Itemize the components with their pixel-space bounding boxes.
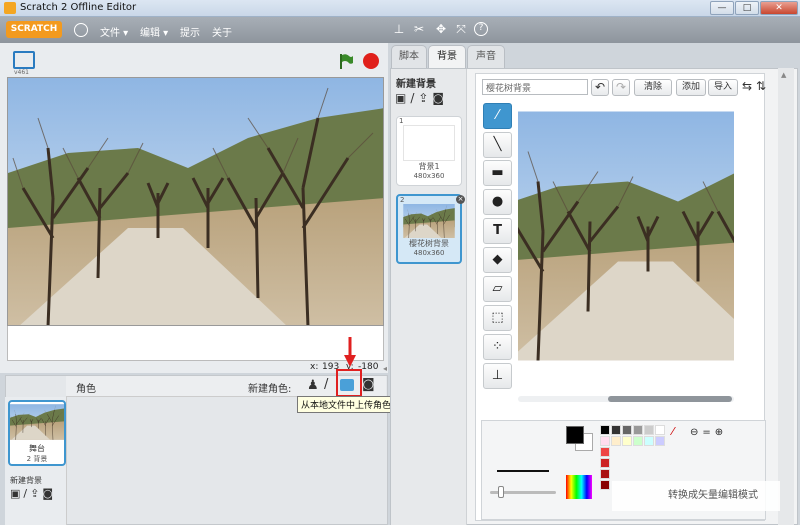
camera-sprite-icon[interactable]: ◙: [362, 377, 375, 392]
new-sprite-label: 新建角色:: [248, 384, 292, 395]
app-icon: [4, 2, 16, 14]
backdrop-size: 480x360: [413, 172, 445, 180]
stage-backdrop-tools[interactable]: ▣/⇪◙: [10, 487, 56, 500]
backdrop-item-selected[interactable]: 2 樱花树背景 480x360: [396, 194, 462, 264]
backdrop-size: 480x360: [413, 249, 445, 257]
primary-color-swatch[interactable]: [566, 426, 584, 444]
backdrop-index: 1: [399, 117, 404, 125]
flip-vertical-icon[interactable]: ⇅: [756, 79, 766, 93]
add-button[interactable]: 添加: [676, 79, 706, 96]
backdrop-name: 樱花树背景: [409, 239, 449, 248]
close-button[interactable]: ✕: [760, 1, 798, 15]
scroll-thumb[interactable]: [608, 396, 732, 402]
tab-sounds[interactable]: 声音: [467, 45, 505, 69]
text-tool-icon[interactable]: T: [483, 218, 512, 244]
coord-x-label: x:: [310, 362, 319, 372]
backdrop-thumb-image: [403, 204, 455, 238]
ellipse-tool-icon[interactable]: ●: [483, 189, 512, 215]
backdrop-name: 背景1: [418, 162, 440, 171]
zoom-controls[interactable]: ⊖=⊕: [690, 427, 762, 441]
scroll-up-icon[interactable]: ▲: [781, 71, 786, 79]
color-picker-spectrum[interactable]: [566, 475, 592, 499]
stage-backdrop-count: 2 背景: [26, 455, 48, 463]
menu-edit[interactable]: 编辑 ▾: [140, 24, 168, 39]
shrink-icon[interactable]: ⤧: [454, 22, 468, 36]
flip-horizontal-icon[interactable]: ⇆: [742, 79, 752, 93]
canvas-backdrop-image: [518, 111, 734, 361]
backdrop-index: 2: [400, 196, 405, 204]
language-globe-icon[interactable]: [74, 23, 88, 37]
redo-icon[interactable]: ↷: [612, 79, 630, 96]
version-label: v461: [14, 69, 30, 76]
backdrop-thumb-blank: [403, 125, 455, 161]
paint-canvas[interactable]: [518, 111, 734, 361]
horizontal-scrollbar[interactable]: [518, 396, 734, 402]
new-backdrop-tools[interactable]: ▣/⇪◙: [395, 91, 448, 105]
stage-backdrop-image: [8, 78, 384, 326]
stage-canvas[interactable]: [7, 77, 384, 326]
duplicate-stamp-icon[interactable]: ⊥: [392, 22, 406, 36]
brush-size-preview: [497, 470, 549, 472]
menu-bar: SCRATCH 文件 ▾ 编辑 ▾ 提示 关于 ⊥ ✂ ✥ ⤧ ?: [0, 17, 800, 43]
stage-lower-area: [7, 326, 384, 361]
highlight-box: [336, 369, 362, 397]
stamp-tool-icon[interactable]: ⊥: [483, 363, 512, 389]
fill-tool-icon[interactable]: ◆: [483, 247, 512, 273]
choose-sprite-library-icon[interactable]: ♟: [307, 378, 319, 393]
transparent-swatch-icon[interactable]: ⁄: [672, 425, 674, 438]
tab-scripts[interactable]: 脚本: [391, 45, 427, 69]
sprites-label: 角色: [76, 384, 96, 395]
paint-sprite-icon[interactable]: /: [324, 377, 328, 392]
stage-thumbnail[interactable]: 舞台 2 背景: [8, 400, 66, 466]
backdrop-item[interactable]: 1 背景1 480x360: [396, 116, 462, 186]
eraser-tool-icon[interactable]: ▱: [483, 276, 512, 302]
window-title: Scratch 2 Offline Editor: [20, 2, 137, 13]
stop-icon[interactable]: [363, 53, 379, 69]
red-arrow-icon: [344, 337, 356, 367]
stage-thumb-image: [10, 404, 64, 440]
brush-tool-icon[interactable]: ⁄: [483, 103, 512, 129]
menu-tips[interactable]: 提示: [180, 24, 200, 39]
line-tool-icon[interactable]: ╲: [483, 132, 512, 158]
help-icon[interactable]: ?: [474, 22, 488, 36]
undo-icon[interactable]: ↶: [591, 79, 609, 96]
new-backdrop-label: 新建背景: [396, 79, 436, 90]
delete-scissors-icon[interactable]: ✂: [412, 22, 426, 36]
maximize-button[interactable]: □: [735, 1, 759, 15]
stage-name: 舞台: [29, 444, 45, 453]
vertical-scrollbar[interactable]: ▲: [778, 68, 794, 525]
green-flag-icon[interactable]: [338, 52, 354, 70]
rectangle-tool-icon[interactable]: ▬: [483, 160, 512, 186]
menu-about[interactable]: 关于: [212, 24, 232, 39]
vector-mode-watermark[interactable]: 转换成矢量编辑模式: [612, 481, 780, 511]
delete-backdrop-icon[interactable]: ×: [456, 195, 465, 204]
brush-size-handle[interactable]: [498, 486, 504, 498]
upload-tooltip: 从本地文件中上传角色: [297, 396, 396, 413]
grow-icon[interactable]: ✥: [434, 22, 448, 36]
menu-file[interactable]: 文件 ▾: [100, 24, 128, 39]
scratch-logo[interactable]: SCRATCH: [6, 21, 62, 38]
clear-button[interactable]: 清除: [634, 79, 672, 96]
collapse-arrow-icon[interactable]: ◂: [383, 364, 389, 374]
fullscreen-icon[interactable]: [13, 51, 35, 69]
costume-name-input[interactable]: [482, 79, 588, 95]
minimize-button[interactable]: —: [710, 1, 734, 15]
import-button[interactable]: 导入: [708, 79, 738, 96]
remove-background-tool-icon[interactable]: ⁘: [483, 334, 512, 360]
new-backdrop-label-small: 新建背景: [10, 476, 42, 485]
tab-backdrops[interactable]: 背景: [428, 45, 466, 69]
title-bar: Scratch 2 Offline Editor — □ ✕: [0, 0, 800, 17]
select-tool-icon[interactable]: ⬚: [483, 305, 512, 331]
